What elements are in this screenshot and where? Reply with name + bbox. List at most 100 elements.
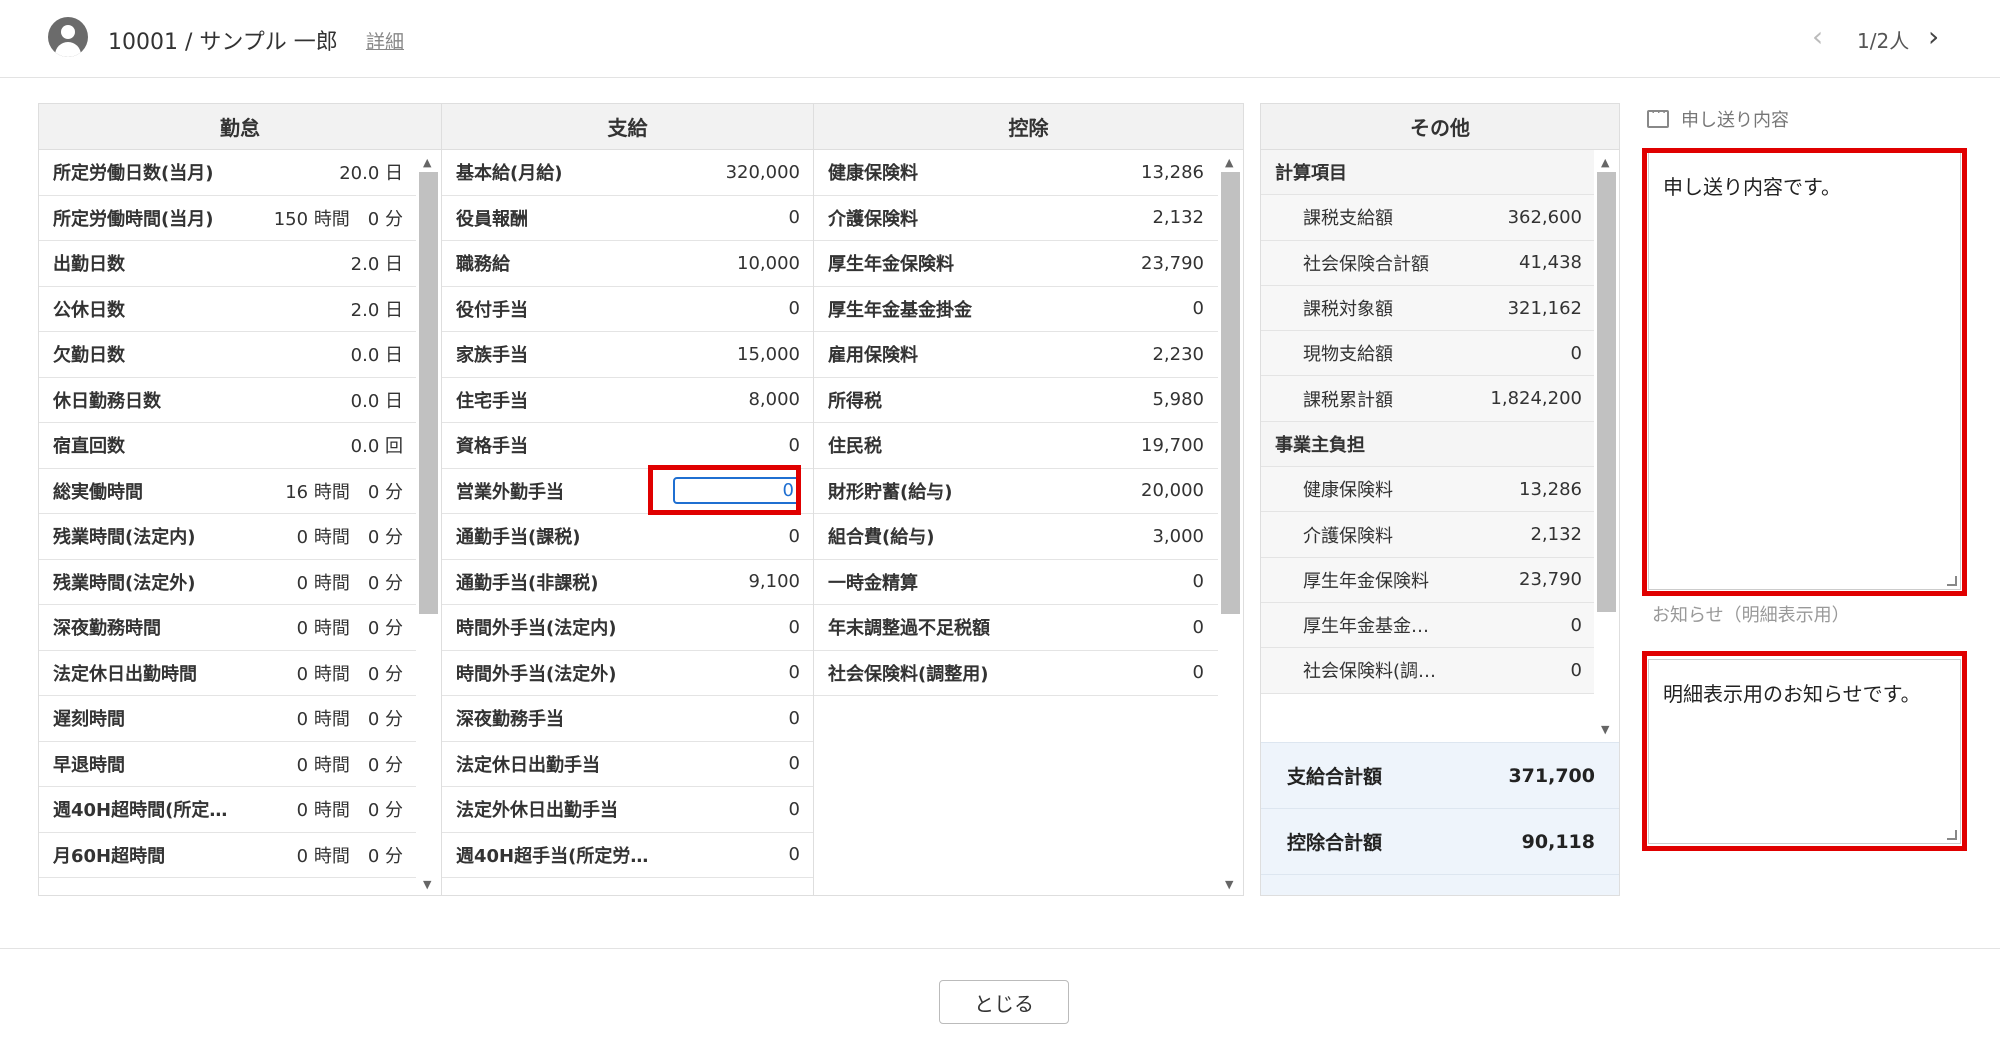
header: 10001 / サンプル 一郎 詳細 ‹ 1/2人 › (0, 0, 2000, 78)
row-value[interactable]: 19,700 (1141, 435, 1204, 456)
other-scrollbar[interactable]: ▲ ▼ (1594, 150, 1619, 742)
close-button[interactable]: とじる (939, 980, 1069, 1024)
total-row: 支給合計額 371,700 (1261, 742, 1619, 808)
row-value[interactable]: 20,000 (1141, 480, 1204, 501)
table-row: 社会保険料(調… 0 (1261, 648, 1596, 694)
koujo-scrollbar[interactable]: ▲ ▼ (1218, 150, 1243, 895)
total-label: 控除合計額 (1287, 832, 1383, 854)
scroll-thumb[interactable] (1597, 172, 1616, 612)
chevron-right-icon[interactable]: › (1928, 20, 1939, 53)
detail-link[interactable]: 詳細 (366, 27, 404, 54)
scroll-down-icon[interactable]: ▼ (1601, 723, 1609, 736)
table-row: 家族手当 15,000 (442, 332, 813, 378)
row-value[interactable]: 2.0 日 (351, 296, 403, 322)
row-value[interactable]: 0 時間 0 分 (297, 569, 403, 595)
row-label: 健康保険料 (1303, 480, 1393, 502)
row-value[interactable]: 23,790 (1519, 569, 1582, 590)
row-value[interactable]: 0 時間 0 分 (297, 796, 403, 822)
kintai-scrollbar[interactable]: ▲ ▼ (416, 150, 441, 895)
row-value[interactable]: 2,132 (1152, 207, 1204, 228)
shikyu-list[interactable]: 基本給(月給) 320,000 役員報酬 0 職務給 10,000 役付手当 0 家族手当 15,… (442, 150, 813, 895)
table-row: 深夜勤務時間 0 時間 0 分 (39, 605, 417, 651)
row-value[interactable]: 2,132 (1530, 524, 1582, 545)
row-value[interactable]: 0 時間 0 分 (297, 751, 403, 777)
row-value[interactable]: 0 (789, 753, 800, 774)
row-value[interactable]: 0 時間 0 分 (297, 523, 403, 549)
row-value[interactable]: 41,438 (1519, 252, 1582, 273)
row-value[interactable]: 0 (789, 617, 800, 638)
row-label: 職務給 (456, 254, 510, 276)
row-value[interactable]: 5,980 (1152, 389, 1204, 410)
row-value[interactable]: 0 時間 0 分 (297, 842, 403, 868)
row-value[interactable]: 16 時間 0 分 (285, 478, 403, 504)
row-value[interactable]: 0.0 回 (351, 432, 403, 458)
row-label: 深夜勤務手当 (456, 709, 564, 731)
table-row: 厚生年金保険料 23,790 (1261, 557, 1596, 603)
row-value[interactable]: 13,286 (1141, 162, 1204, 183)
row-value[interactable]: 3,000 (1152, 526, 1204, 547)
row-label: 社会保険料(調整用) (828, 663, 989, 685)
row-value[interactable]: 13,286 (1519, 479, 1582, 500)
row-value[interactable]: 150 時間 0 分 (274, 205, 403, 231)
row-value[interactable]: 362,600 (1508, 207, 1582, 228)
row-value[interactable]: 0 (789, 435, 800, 456)
row-value[interactable]: 0 時間 0 分 (297, 614, 403, 640)
row-value[interactable]: 2.0 日 (351, 250, 403, 276)
row-label: 総実働時間 (53, 481, 143, 503)
row-value[interactable]: 0 (789, 844, 800, 865)
row-value[interactable]: 0 (1193, 662, 1204, 683)
row-value[interactable]: 321,162 (1508, 298, 1582, 319)
row-value[interactable]: 1,824,200 (1490, 388, 1582, 409)
scroll-down-icon[interactable]: ▼ (1225, 878, 1233, 891)
row-label: 社会保険料(調… (1303, 661, 1437, 683)
table-row: 介護保険料 2,132 (814, 196, 1218, 241)
row-value[interactable]: 0 時間 0 分 (297, 660, 403, 686)
other-list[interactable]: 計算項目 課税支給額 362,600 社会保険合計額 41,438 課税対象額 321,16… (1261, 150, 1619, 742)
resize-grip[interactable] (1947, 576, 1957, 586)
row-value[interactable]: 0 (1193, 298, 1204, 319)
scroll-up-icon[interactable]: ▲ (423, 156, 431, 169)
amount-input[interactable] (673, 477, 800, 505)
table-row: 基本給(月給) 320,000 (442, 150, 813, 196)
chevron-left-icon[interactable]: ‹ (1812, 20, 1823, 53)
row-value[interactable]: 2,230 (1152, 344, 1204, 365)
row-label: 介護保険料 (1303, 525, 1393, 547)
row-value[interactable]: 0 (789, 799, 800, 820)
row-value[interactable]: 15,000 (737, 344, 800, 365)
row-value[interactable]: 0 (1571, 615, 1582, 636)
row-value[interactable]: 0 (789, 708, 800, 729)
row-value[interactable]: 0 (1571, 343, 1582, 364)
row-label: 通勤手当(非課税) (456, 572, 599, 594)
notice-textarea[interactable]: 明細表示用のお知らせです。 (1648, 659, 1961, 844)
row-value[interactable]: 23,790 (1141, 253, 1204, 274)
resize-grip[interactable] (1947, 830, 1957, 840)
row-value[interactable]: 20.0 日 (339, 159, 403, 185)
row-value[interactable]: 10,000 (737, 253, 800, 274)
table-row: 法定休日出勤時間 0 時間 0 分 (39, 651, 417, 696)
row-label: 家族手当 (456, 345, 528, 367)
scroll-thumb[interactable] (1221, 172, 1240, 614)
scroll-up-icon[interactable]: ▲ (1225, 156, 1233, 169)
row-value[interactable]: 0 時間 0 分 (297, 705, 403, 731)
row-value[interactable]: 0 (1571, 660, 1582, 681)
scroll-up-icon[interactable]: ▲ (1601, 156, 1609, 169)
table-row: 残業時間(法定外) 0 時間 0 分 (39, 560, 417, 605)
table-row: 欠勤日数 0.0 日 (39, 332, 417, 378)
row-value[interactable]: 320,000 (726, 162, 800, 183)
koujo-list[interactable]: 健康保険料 13,286 介護保険料 2,132 厚生年金保険料 23,790 厚生年金基金… (814, 150, 1243, 895)
row-label: 所定労働時間(当月) (53, 208, 214, 230)
row-value[interactable]: 0 (1193, 617, 1204, 638)
row-value[interactable]: 0 (789, 526, 800, 547)
row-value[interactable]: 0 (1193, 571, 1204, 592)
row-value[interactable]: 0.0 日 (351, 341, 403, 367)
row-value[interactable]: 0 (789, 298, 800, 319)
kintai-list[interactable]: 所定労働日数(当月) 20.0 日所定労働時間(当月) 150 時間 0 分出勤日数… (39, 150, 441, 895)
row-value[interactable]: 9,100 (748, 571, 800, 592)
row-value[interactable]: 0 (789, 207, 800, 228)
memo-textarea[interactable]: 申し送り内容です。 (1648, 152, 1961, 590)
scroll-thumb[interactable] (419, 172, 438, 614)
row-value[interactable]: 0.0 日 (351, 387, 403, 413)
row-value[interactable]: 8,000 (748, 389, 800, 410)
scroll-down-icon[interactable]: ▼ (423, 878, 431, 891)
row-value[interactable]: 0 (789, 662, 800, 683)
